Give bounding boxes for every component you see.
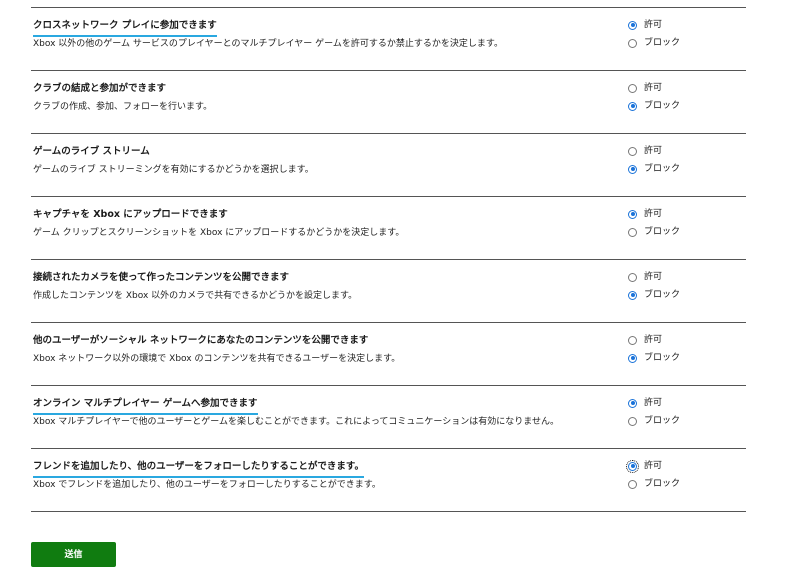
block-radio-option[interactable]: ブロック: [628, 288, 738, 302]
allow-radio-option[interactable]: 許可: [628, 81, 738, 95]
radio-unselected-icon[interactable]: [628, 38, 637, 48]
setting-row: クラブの結成と参加ができますクラブの作成、参加、フォローを行います。 許可ブロック: [31, 71, 746, 134]
allow-radio-option[interactable]: 許可: [626, 459, 738, 473]
setting-title: 他のユーザーがソーシャル ネットワークにあなたのコンテンツを公開できます: [33, 335, 369, 346]
radio-label: ブロック: [644, 101, 681, 111]
allow-radio-option[interactable]: 許可: [628, 396, 738, 410]
setting-description: Xbox 以外の他のゲーム サービスのプレイヤーとのマルチプレイヤー ゲームを許…: [33, 39, 503, 49]
radio-label: ブロック: [644, 164, 681, 174]
setting-title: ゲームのライブ ストリーム: [33, 146, 150, 157]
radio-selected-icon[interactable]: [628, 101, 637, 111]
allow-radio-option[interactable]: 許可: [628, 270, 738, 284]
radio-label: 許可: [644, 398, 663, 408]
permission-radio-group: 許可 ブロック: [626, 459, 738, 495]
radio-selected-icon[interactable]: [628, 20, 637, 30]
block-radio-option[interactable]: ブロック: [628, 36, 738, 50]
radio-label: 許可: [644, 461, 663, 471]
block-radio-option[interactable]: ブロック: [628, 99, 738, 113]
radio-selected-icon[interactable]: [628, 209, 637, 219]
setting-row: 他のユーザーがソーシャル ネットワークにあなたのコンテンツを公開できます Xbox…: [31, 323, 746, 386]
setting-row: ゲームのライブ ストリームゲームのライブ ストリーミングを有効にするかどうかを選…: [31, 134, 746, 197]
setting-description: ゲーム クリップとスクリーンショットを Xbox にアップロードするかどうかを決…: [33, 228, 405, 238]
allow-radio-option[interactable]: 許可: [628, 333, 738, 347]
radio-label: ブロック: [644, 416, 681, 426]
radio-label: ブロック: [644, 290, 681, 300]
setting-row: 接続されたカメラを使って作ったコンテンツを公開できます作成したコンテンツを Xb…: [31, 260, 746, 323]
permission-radio-group: 許可 ブロック: [628, 81, 738, 117]
radio-label: 許可: [644, 209, 663, 219]
setting-row: クロスネットワーク プレイに参加できます Xbox 以外の他のゲーム サービスのプ…: [31, 8, 746, 71]
radio-unselected-icon[interactable]: [628, 335, 637, 345]
setting-row: オンライン マルチプレイヤー ゲームへ参加できます Xbox マルチプレイヤーで他…: [31, 386, 746, 449]
block-radio-option[interactable]: ブロック: [628, 162, 738, 176]
setting-description: クラブの作成、参加、フォローを行います。: [33, 102, 213, 112]
setting-row: キャプチャを Xbox にアップロードできますゲーム クリップとスクリーンショッ…: [31, 197, 746, 260]
radio-label: 許可: [644, 20, 663, 30]
setting-description: 作成したコンテンツを Xbox 以外のカメラで共有できるかどうかを設定します。: [33, 291, 358, 301]
setting-title: クロスネットワーク プレイに参加できます: [33, 19, 217, 37]
permission-radio-group: 許可 ブロック: [628, 144, 738, 180]
radio-label: ブロック: [644, 38, 681, 48]
radio-selected-icon[interactable]: [628, 290, 637, 300]
radio-selected-icon[interactable]: [628, 398, 637, 408]
permission-radio-group: 許可 ブロック: [628, 396, 738, 432]
radio-unselected-icon[interactable]: [628, 479, 637, 489]
block-radio-option[interactable]: ブロック: [628, 351, 738, 365]
privacy-settings-list: クロスネットワーク プレイに参加できます Xbox 以外の他のゲーム サービスのプ…: [31, 7, 746, 512]
radio-selected-icon[interactable]: [626, 459, 639, 473]
allow-radio-option[interactable]: 許可: [628, 144, 738, 158]
setting-title: フレンドを追加したり、他のユーザーをフォローしたりすることができます。: [33, 460, 364, 478]
radio-unselected-icon[interactable]: [628, 416, 637, 426]
radio-unselected-icon[interactable]: [628, 146, 637, 156]
radio-label: ブロック: [644, 227, 681, 237]
setting-title: オンライン マルチプレイヤー ゲームへ参加できます: [33, 397, 258, 415]
permission-radio-group: 許可 ブロック: [628, 207, 738, 243]
radio-label: 許可: [644, 83, 663, 93]
radio-selected-icon[interactable]: [628, 164, 637, 174]
permission-radio-group: 許可 ブロック: [628, 270, 738, 306]
block-radio-option[interactable]: ブロック: [628, 414, 738, 428]
permission-radio-group: 許可 ブロック: [628, 18, 738, 54]
radio-selected-icon[interactable]: [628, 353, 637, 363]
setting-title: 接続されたカメラを使って作ったコンテンツを公開できます: [33, 272, 290, 283]
block-radio-option[interactable]: ブロック: [628, 225, 738, 239]
radio-unselected-icon[interactable]: [628, 83, 637, 93]
setting-description: Xbox マルチプレイヤーで他のユーザーとゲームを楽しむことができます。これによ…: [33, 417, 559, 427]
radio-unselected-icon[interactable]: [628, 272, 637, 282]
permission-radio-group: 許可 ブロック: [628, 333, 738, 369]
radio-label: 許可: [644, 335, 663, 345]
allow-radio-option[interactable]: 許可: [628, 18, 738, 32]
submit-button[interactable]: 送信: [31, 542, 116, 567]
setting-title: キャプチャを Xbox にアップロードできます: [33, 209, 228, 220]
radio-unselected-icon[interactable]: [628, 227, 637, 237]
radio-label: 許可: [644, 146, 663, 156]
setting-description: ゲームのライブ ストリーミングを有効にするかどうかを選択します。: [33, 165, 314, 175]
setting-row: フレンドを追加したり、他のユーザーをフォローしたりすることができます。 Xbox …: [31, 449, 746, 512]
setting-title: クラブの結成と参加ができます: [33, 83, 167, 94]
allow-radio-option[interactable]: 許可: [628, 207, 738, 221]
setting-description: Xbox ネットワーク以外の環境で Xbox のコンテンツを共有できるユーザーを…: [33, 354, 401, 364]
setting-description: Xbox でフレンドを追加したり、他のユーザーをフォローしたりすることができます…: [33, 480, 381, 490]
radio-label: ブロック: [644, 479, 681, 489]
block-radio-option[interactable]: ブロック: [628, 477, 738, 491]
radio-label: 許可: [644, 272, 663, 282]
radio-label: ブロック: [644, 353, 681, 363]
